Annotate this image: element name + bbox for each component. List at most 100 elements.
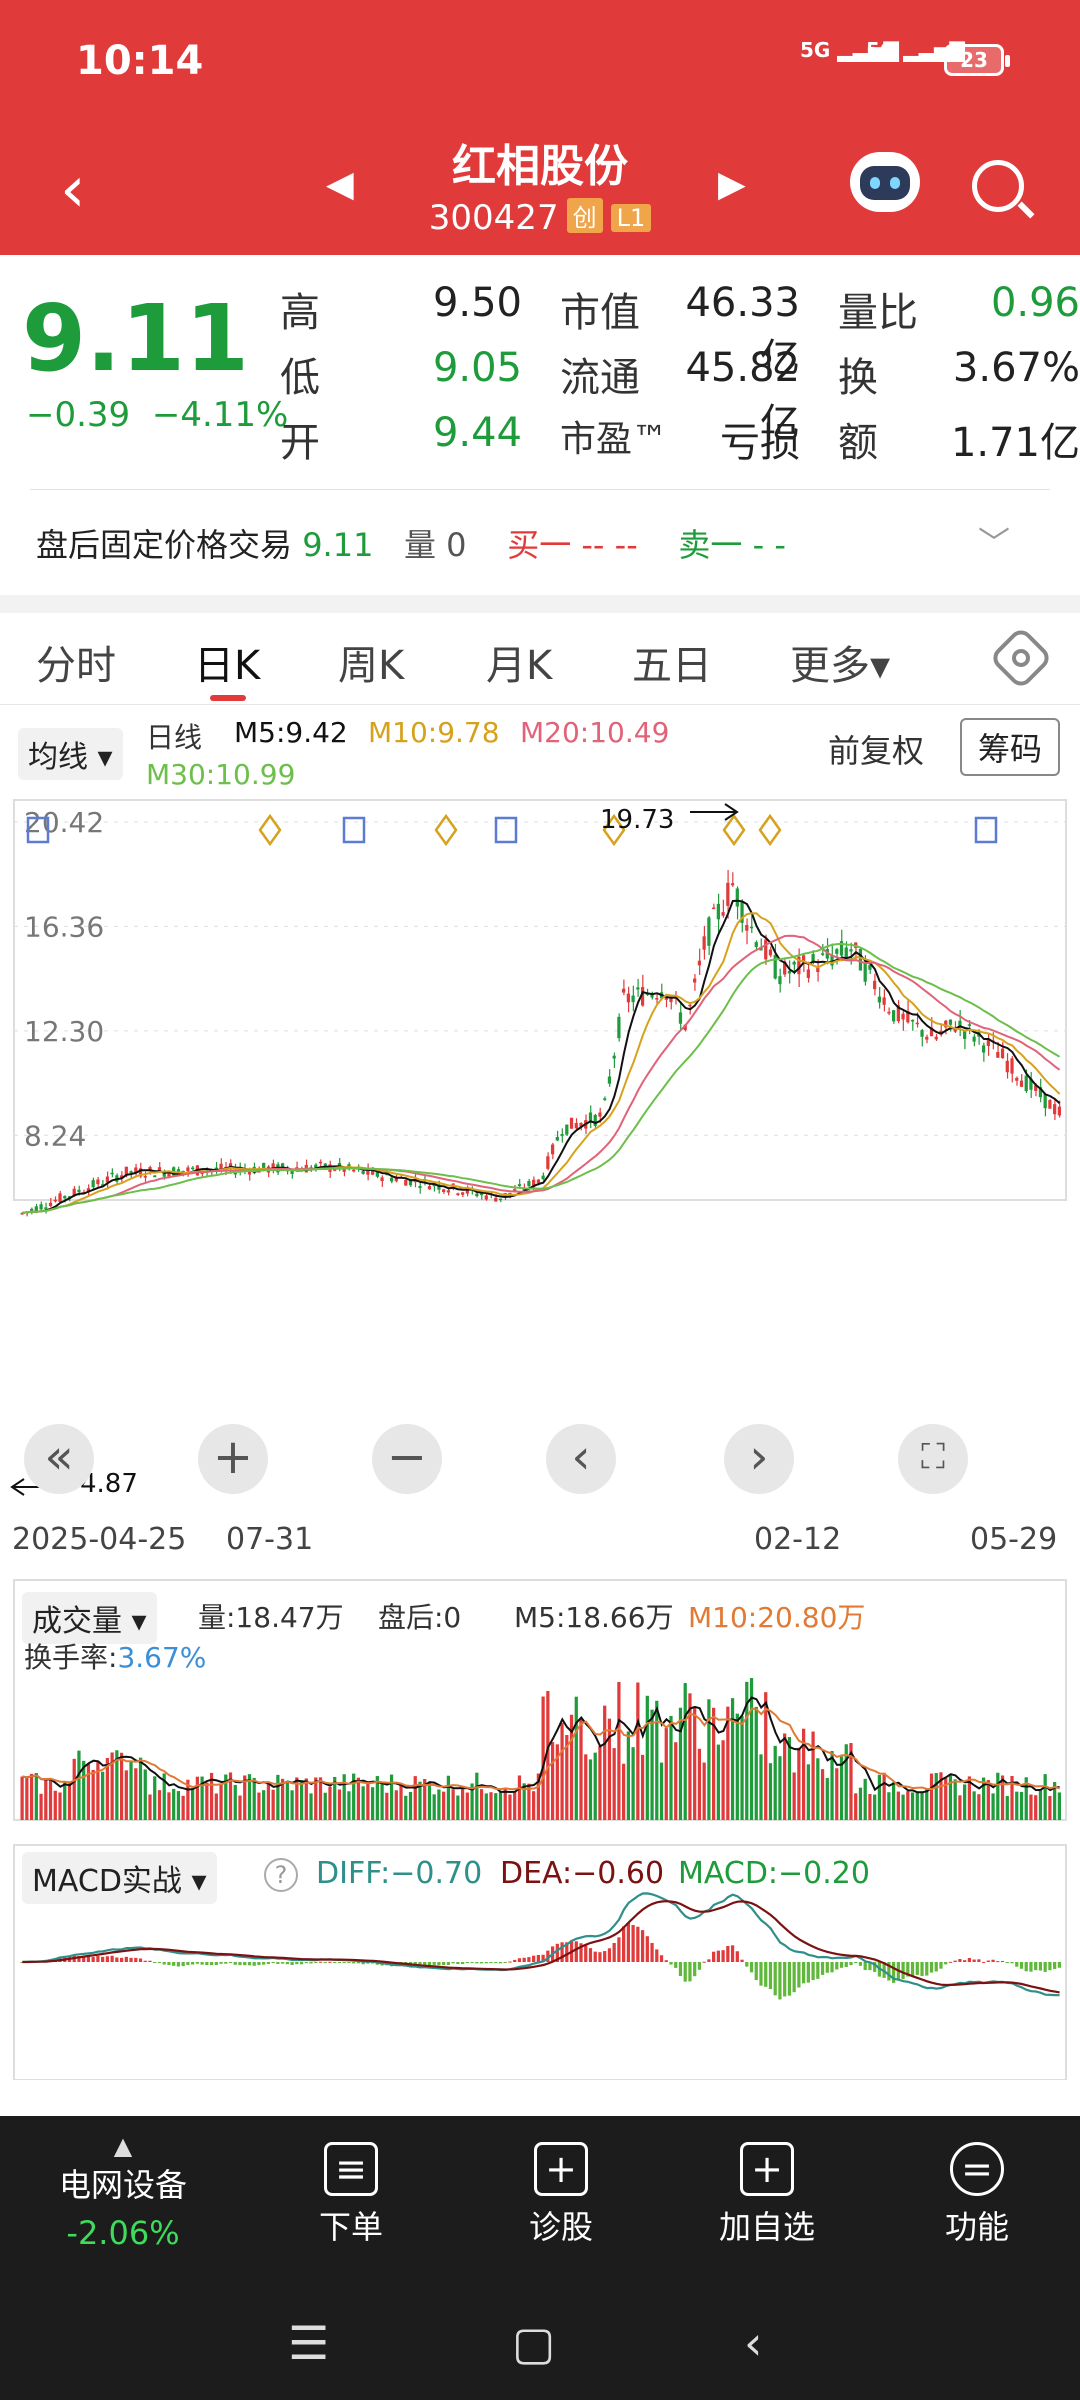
macd-bar bbox=[910, 1962, 915, 1976]
order-button[interactable]: ≡ 下单 bbox=[276, 2142, 426, 2248]
candle-body bbox=[404, 1179, 408, 1186]
volume-bar bbox=[475, 1772, 479, 1820]
candle-body bbox=[574, 1123, 578, 1129]
volume-bar bbox=[1005, 1795, 1009, 1820]
help-icon[interactable]: ? bbox=[264, 1858, 298, 1892]
volume-bar bbox=[101, 1771, 105, 1820]
candle-body bbox=[887, 1011, 891, 1014]
macd-bar bbox=[352, 1962, 356, 1964]
volume-bar bbox=[129, 1760, 133, 1820]
volume-bar bbox=[53, 1790, 57, 1820]
macd-bar bbox=[707, 1959, 711, 1962]
candle-body bbox=[1043, 1094, 1047, 1109]
next-stock-icon[interactable]: ▶ bbox=[718, 164, 746, 205]
volume-bar bbox=[1043, 1774, 1047, 1820]
macd-selector[interactable]: MACD实战 ▾ bbox=[22, 1852, 217, 1904]
volume-bar bbox=[532, 1791, 536, 1820]
macd-bar bbox=[124, 1956, 128, 1962]
recent-apps-icon[interactable]: ☰ bbox=[288, 2316, 329, 2370]
macd-bar bbox=[797, 1962, 801, 1988]
afterhours-row[interactable]: 盘后固定价格交易 9.11 量 0 买一 -- -- 卖一 - - bbox=[36, 520, 786, 566]
tab-weekly-k[interactable]: 周K bbox=[338, 633, 404, 691]
diff-value: DIFF:−0.70 bbox=[316, 1856, 483, 1891]
tab-monthly-k[interactable]: 月K bbox=[486, 633, 552, 691]
fast-back-icon[interactable]: « bbox=[24, 1424, 94, 1494]
zoom-in-icon[interactable]: + bbox=[198, 1424, 268, 1494]
macd-bar bbox=[513, 1959, 517, 1962]
fullscreen-icon[interactable]: ⛶ bbox=[898, 1424, 968, 1494]
candle-body bbox=[352, 1169, 356, 1172]
chevron-down-icon[interactable]: ﹀ bbox=[978, 518, 1010, 564]
volume-bar bbox=[768, 1763, 773, 1820]
macd-bar bbox=[593, 1951, 597, 1962]
add-watchlist-button[interactable]: + 加自选 bbox=[692, 2142, 842, 2248]
volume-bar bbox=[873, 1794, 877, 1820]
candle-body bbox=[835, 949, 839, 954]
macd-bar bbox=[134, 1957, 138, 1962]
tab-daily-k[interactable]: 日K bbox=[194, 633, 260, 691]
candle-body bbox=[1005, 1060, 1009, 1073]
search-icon[interactable] bbox=[972, 160, 1024, 212]
max-price-label: 19.73 bbox=[600, 805, 674, 835]
macd-bar bbox=[119, 1957, 124, 1962]
macd-bar bbox=[764, 1962, 768, 1987]
candle-body bbox=[418, 1186, 422, 1188]
volume-bar bbox=[806, 1764, 810, 1820]
volume-bar bbox=[63, 1782, 67, 1820]
volume-bar bbox=[44, 1778, 48, 1820]
macd-bar bbox=[446, 1962, 451, 1965]
macd-bar bbox=[811, 1962, 815, 1981]
sector-button[interactable]: ▲ 电网设备 -2.06% bbox=[48, 2132, 198, 2252]
volume-bar bbox=[702, 1762, 706, 1820]
macd-bar bbox=[115, 1957, 119, 1962]
diagnose-button[interactable]: + 诊股 bbox=[486, 2142, 636, 2248]
macd-bar bbox=[996, 1961, 1000, 1963]
macd-bar bbox=[295, 1962, 299, 1965]
scroll-right-icon[interactable]: › bbox=[724, 1424, 794, 1494]
volume-bar bbox=[1057, 1792, 1061, 1820]
macd-bar bbox=[214, 1962, 218, 1966]
volume-bar bbox=[579, 1718, 583, 1820]
volume-bar bbox=[214, 1793, 218, 1820]
macd-bar bbox=[105, 1956, 109, 1962]
macd-bar bbox=[650, 1942, 654, 1962]
volume-bar bbox=[550, 1742, 555, 1820]
open-value: 9.44 bbox=[432, 410, 522, 456]
macd-bar bbox=[991, 1959, 995, 1962]
volume-bar bbox=[740, 1716, 744, 1820]
candle-body bbox=[148, 1167, 152, 1170]
scroll-left-icon[interactable]: ‹ bbox=[546, 1424, 616, 1494]
pe-label: 市盈™ bbox=[560, 419, 669, 460]
period-tabs: 分时 日K 周K 月K 五日 更多▾ bbox=[0, 613, 1080, 705]
macd-bar bbox=[849, 1962, 853, 1966]
function-button[interactable]: = 功能 bbox=[902, 2142, 1052, 2248]
volume-bar bbox=[778, 1756, 782, 1820]
macd-line bbox=[22, 1892, 1060, 1997]
candle-body bbox=[891, 1010, 896, 1022]
macd-bar bbox=[944, 1962, 948, 1965]
macd-bar bbox=[981, 1961, 986, 1963]
tab-more[interactable]: 更多▾ bbox=[790, 633, 890, 691]
nav-back-icon[interactable]: ‹ bbox=[744, 2316, 762, 2370]
macd-bar bbox=[787, 1962, 792, 1996]
volume-bar bbox=[494, 1793, 498, 1820]
volume-bar bbox=[380, 1783, 384, 1820]
tab-five-day[interactable]: 五日 bbox=[632, 633, 712, 691]
diamond-marker bbox=[722, 813, 746, 847]
candle-body bbox=[96, 1179, 100, 1185]
dea-value: DEA:−0.60 bbox=[500, 1856, 665, 1891]
divider bbox=[30, 489, 1050, 490]
home-icon[interactable]: ▢ bbox=[512, 2316, 555, 2370]
macd-bar bbox=[678, 1962, 683, 1977]
volume-bar bbox=[839, 1756, 844, 1820]
candle-body bbox=[593, 1114, 597, 1126]
volume-bar bbox=[910, 1792, 915, 1820]
settings-icon[interactable] bbox=[988, 625, 1054, 691]
volume-bar bbox=[1038, 1790, 1043, 1820]
turnover-label: 换 bbox=[838, 355, 878, 401]
zoom-out-icon[interactable]: − bbox=[372, 1424, 442, 1494]
tab-intraday[interactable]: 分时 bbox=[36, 633, 116, 691]
candle-body bbox=[712, 907, 716, 910]
robot-assistant-icon[interactable] bbox=[850, 152, 920, 212]
candle-body bbox=[948, 1019, 953, 1025]
